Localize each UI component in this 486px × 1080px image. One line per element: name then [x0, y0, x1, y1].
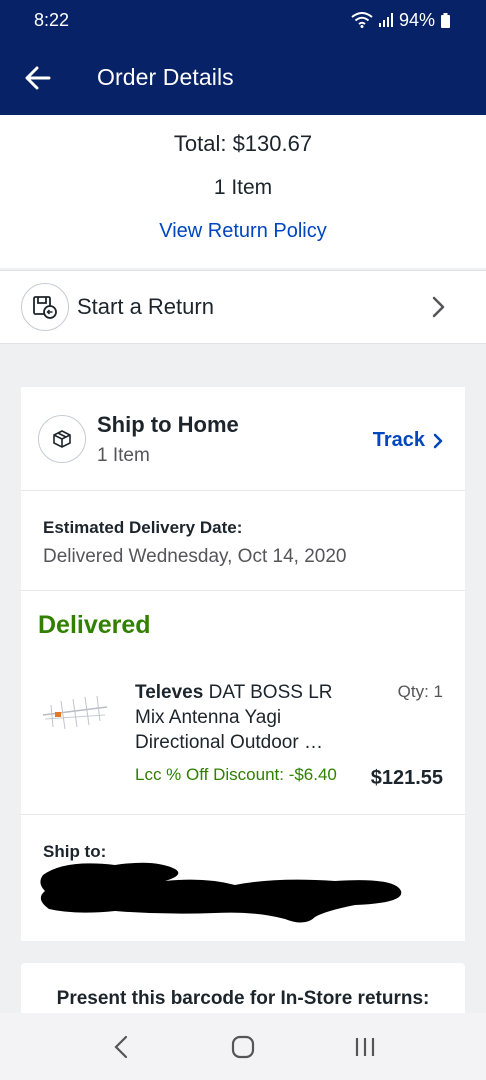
- delivery-date-block: Estimated Delivery Date: Delivered Wedne…: [21, 491, 465, 591]
- delivery-status: Delivered: [38, 611, 151, 639]
- nav-home-icon: [231, 1035, 255, 1058]
- ship-to-block: Ship to:: [21, 814, 465, 941]
- product-quantity: Qty: 1: [397, 682, 443, 701]
- product-name-link[interactable]: Televes DAT BOSS LR Mix Antenna Yagi Dir…: [135, 680, 345, 755]
- nav-recents-icon: [355, 1037, 375, 1056]
- status-bar: 8:22 94%: [0, 0, 486, 40]
- status-time: 8:22: [34, 9, 70, 30]
- nav-home-button[interactable]: [223, 1027, 263, 1067]
- signal-icon: [378, 13, 393, 27]
- page-title: Order Details: [97, 64, 234, 90]
- package-icon: [38, 415, 86, 463]
- track-label: Track: [372, 429, 425, 451]
- product-brand: Televes: [135, 682, 204, 703]
- battery-percent: 94%: [398, 9, 435, 30]
- app-bar: Order Details: [0, 40, 486, 115]
- return-box-icon: [21, 283, 69, 331]
- nav-recents-button[interactable]: [345, 1027, 385, 1067]
- shipment-header: Ship to Home 1 Item Track: [21, 387, 465, 491]
- product-image[interactable]: [39, 693, 111, 735]
- delivery-date-label: Estimated Delivery Date:: [43, 518, 243, 537]
- product-price: $121.55: [370, 767, 443, 789]
- order-summary: Total: $130.67 1 Item View Return Policy: [0, 115, 486, 268]
- chevron-right-icon: [432, 296, 445, 318]
- redacted-address: [40, 862, 402, 923]
- order-total: Total: $130.67: [173, 131, 313, 156]
- nav-back-button[interactable]: [101, 1027, 141, 1067]
- system-nav-bar: [0, 1013, 486, 1080]
- view-return-policy-link[interactable]: View Return Policy: [0, 220, 486, 243]
- track-button[interactable]: Track: [373, 429, 443, 452]
- back-button[interactable]: [0, 40, 70, 115]
- barcode-label: Present this barcode for In-Store return…: [56, 988, 430, 1009]
- battery-icon: [441, 12, 450, 28]
- start-return-row[interactable]: Start a Return: [0, 270, 486, 344]
- delivery-date-value: Delivered Wednesday, Oct 14, 2020: [43, 546, 347, 567]
- product-discount: Lcc % Off Discount: -$6.40: [135, 765, 337, 784]
- status-icons: 94%: [351, 10, 450, 31]
- nav-back-icon: [114, 1035, 128, 1058]
- shipment-card: Ship to Home 1 Item Track Estimated Deli…: [21, 387, 465, 941]
- order-item-count: 1 Item: [213, 176, 273, 199]
- back-arrow-icon: [25, 66, 51, 89]
- chevron-right-icon: [433, 433, 443, 448]
- wifi-icon: [351, 12, 373, 28]
- start-return-label: Start a Return: [77, 294, 214, 319]
- shipment-item-count: 1 Item: [97, 445, 150, 466]
- shipment-title: Ship to Home: [97, 412, 239, 437]
